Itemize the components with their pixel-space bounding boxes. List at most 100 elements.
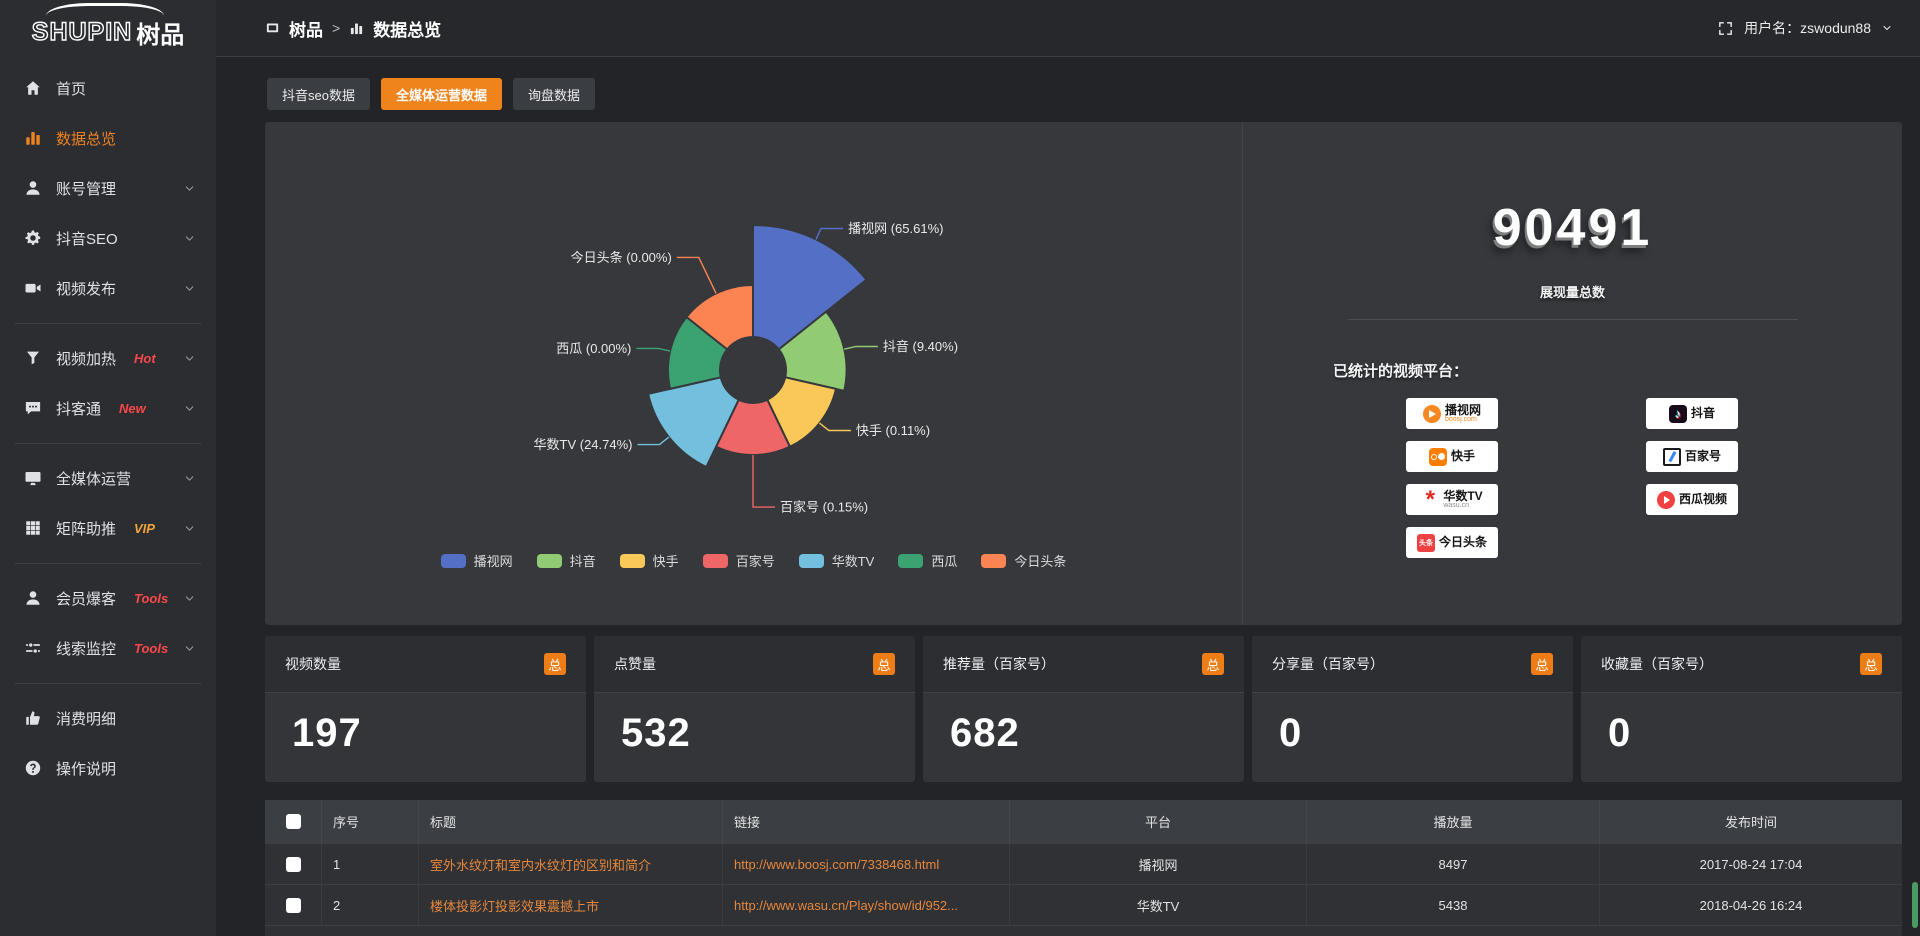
platform-badge: 百家号 xyxy=(1646,441,1738,472)
sidebar-item[interactable]: 操作说明 xyxy=(0,743,216,793)
stat-card: 视频数量总197 xyxy=(265,636,586,782)
sidebar-menu: 首页数据总览账号管理抖音SEO 视频发布视频加热Hot抖客通New 全媒体运营矩阵助… xyxy=(0,57,216,793)
pie-label: 西瓜 (0.00%) xyxy=(556,341,631,356)
breadcrumb-root[interactable]: 树品 xyxy=(289,16,323,41)
total-badge[interactable]: 总 xyxy=(1531,653,1553,675)
stat-card: 点赞量总532 xyxy=(594,636,915,782)
username[interactable]: 用户名：zswodun88 xyxy=(1744,18,1871,38)
stat-card-header: 视频数量 总 xyxy=(265,636,586,693)
platform-cell: 华数TV xyxy=(1010,885,1307,925)
wasu-logo: * xyxy=(1421,491,1439,509)
sidebar-item-label: 抖音SEO xyxy=(56,228,118,249)
sidebar: SHUPIN 树品 首页数据总览账号管理抖音SEO 视频发布视频加热Hot抖客通N… xyxy=(0,0,216,936)
sidebar-item-tag: Hot xyxy=(134,351,156,366)
table-header-cell[interactable]: 链接 xyxy=(723,800,1010,843)
table-header-cell[interactable]: 发布时间 xyxy=(1600,800,1902,843)
main-area: 树品 > 数据总览 用户名：zswodun88 抖音seo数据全媒体运营数据询盘… xyxy=(216,0,1920,936)
total-badge[interactable]: 总 xyxy=(1202,653,1224,675)
video-url-link[interactable]: http://www.wasu.cn/Play/show/id/952... xyxy=(723,885,1010,925)
pie-slice[interactable] xyxy=(648,377,739,467)
row-checkbox[interactable] xyxy=(286,814,301,829)
legend-chip xyxy=(799,554,824,568)
publish-time-cell: 2017-08-24 17:04 xyxy=(1600,844,1902,884)
platform-name: 百家号 xyxy=(1685,450,1721,463)
platform-sub: wasu.cn xyxy=(1443,502,1482,509)
sidebar-item[interactable]: 全媒体运营 xyxy=(0,453,216,503)
platform-badges: 播视网boosj.com快手*华数TVwasu.cn头条今日头条♪抖音百家号西瓜… xyxy=(1406,398,1902,558)
kuaishou-logo xyxy=(1429,448,1447,466)
sidebar-item[interactable]: 会员爆客Tools xyxy=(0,573,216,623)
chevron-down-icon xyxy=(183,232,196,245)
sidebar-item[interactable]: 线索监控Tools xyxy=(0,623,216,673)
legend-chip xyxy=(620,554,645,568)
row-checkbox[interactable] xyxy=(286,857,301,872)
sidebar-item-label: 账号管理 xyxy=(56,178,116,199)
scrollbar-thumb[interactable] xyxy=(1912,882,1918,928)
sidebar-item[interactable]: 首页 xyxy=(0,63,216,113)
tab-bar: 抖音seo数据全媒体运营数据询盘数据 xyxy=(267,78,1902,110)
legend-item[interactable]: 西瓜 xyxy=(898,551,957,570)
video-title-link[interactable]: 室外水纹灯和室内水纹灯的区别和简介 xyxy=(419,844,723,884)
legend-item[interactable]: 百家号 xyxy=(703,551,775,570)
sidebar-item[interactable]: 视频加热Hot xyxy=(0,333,216,383)
video-url-link[interactable]: http://www.boosj.com/7338468.html xyxy=(723,844,1010,884)
total-badge[interactable]: 总 xyxy=(544,653,566,675)
tab-active[interactable]: 全媒体运营数据 xyxy=(381,78,502,110)
header-checkbox-cell xyxy=(265,800,322,843)
platform-sub: boosj.com xyxy=(1445,416,1481,423)
chevron-down-icon xyxy=(183,472,196,485)
publish-time-cell: 2018-04-26 16:24 xyxy=(1600,885,1902,925)
sidebar-item[interactable]: 抖音SEO xyxy=(0,213,216,263)
table-header-cell[interactable]: 播放量 xyxy=(1307,800,1600,843)
legend-item[interactable]: 今日头条 xyxy=(981,551,1066,570)
row-checkbox-cell xyxy=(265,844,322,884)
tab-item[interactable]: 询盘数据 xyxy=(513,78,595,110)
gear-icon xyxy=(24,229,42,247)
sidebar-item[interactable]: 矩阵助推VIP xyxy=(0,503,216,553)
fullscreen-icon[interactable] xyxy=(1717,20,1734,37)
chevron-down-icon[interactable] xyxy=(1881,22,1893,34)
page-scrollbar[interactable] xyxy=(1910,57,1920,936)
sidebar-item[interactable]: 抖客通New xyxy=(0,383,216,433)
sidebar-item[interactable]: 账号管理 xyxy=(0,163,216,213)
stat-cards-row: 视频数量总197点赞量总532推荐量（百家号）总682分享量（百家号）总0收藏量… xyxy=(265,636,1902,782)
video-title-link[interactable]: 楼体投影灯投影效果震撼上市 xyxy=(419,885,723,925)
table-header-cell[interactable]: 序号 xyxy=(322,800,419,843)
total-badge[interactable]: 总 xyxy=(873,653,895,675)
chart-legend: 播视网 抖音 快手 百家号 华数TV 西瓜 今日头条 xyxy=(265,551,1242,570)
legend-item[interactable]: 抖音 xyxy=(537,551,596,570)
rose-chart: 播视网 (65.61%)抖音 (9.40%)快手 (0.11%)百家号 (0.1… xyxy=(265,122,1242,625)
sidebar-divider xyxy=(14,443,202,444)
row-checkbox[interactable] xyxy=(286,898,301,913)
funnel-icon xyxy=(24,349,42,367)
expense-icon xyxy=(24,709,42,727)
chevron-down-icon xyxy=(183,352,196,365)
sidebar-item-tag: New xyxy=(119,401,146,416)
platform-name: 抖音 xyxy=(1691,407,1715,420)
legend-item[interactable]: 华数TV xyxy=(799,551,875,570)
topbar: 树品 > 数据总览 用户名：zswodun88 xyxy=(216,0,1920,57)
breadcrumb-current: 数据总览 xyxy=(373,16,441,41)
legend-label: 华数TV xyxy=(832,551,875,570)
sidebar-item[interactable]: 视频发布 xyxy=(0,263,216,313)
platform-name: 快手 xyxy=(1451,450,1475,463)
row-checkbox-cell xyxy=(265,885,322,925)
legend-chip xyxy=(898,554,923,568)
platform-name: 播视网 xyxy=(1445,404,1481,417)
sidebar-item-label: 会员爆客 xyxy=(56,588,116,609)
sidebar-item[interactable]: 数据总览 xyxy=(0,113,216,163)
legend-item[interactable]: 播视网 xyxy=(441,551,513,570)
logo-arc xyxy=(46,3,164,29)
table-header-cell[interactable]: 标题 xyxy=(419,800,723,843)
platform-name: 今日头条 xyxy=(1439,536,1487,549)
legend-item[interactable]: 快手 xyxy=(620,551,679,570)
stat-card-title: 视频数量 xyxy=(285,654,341,674)
total-badge[interactable]: 总 xyxy=(1860,653,1882,675)
app-logo[interactable]: SHUPIN 树品 xyxy=(0,0,216,57)
stat-card: 分享量（百家号）总0 xyxy=(1252,636,1573,782)
platform-name: 西瓜视频 xyxy=(1679,493,1727,506)
sidebar-item[interactable]: 消费明细 xyxy=(0,693,216,743)
stat-card-header: 收藏量（百家号）总 xyxy=(1581,636,1902,693)
table-header-cell[interactable]: 平台 xyxy=(1010,800,1307,843)
tab-item[interactable]: 抖音seo数据 xyxy=(267,78,370,110)
